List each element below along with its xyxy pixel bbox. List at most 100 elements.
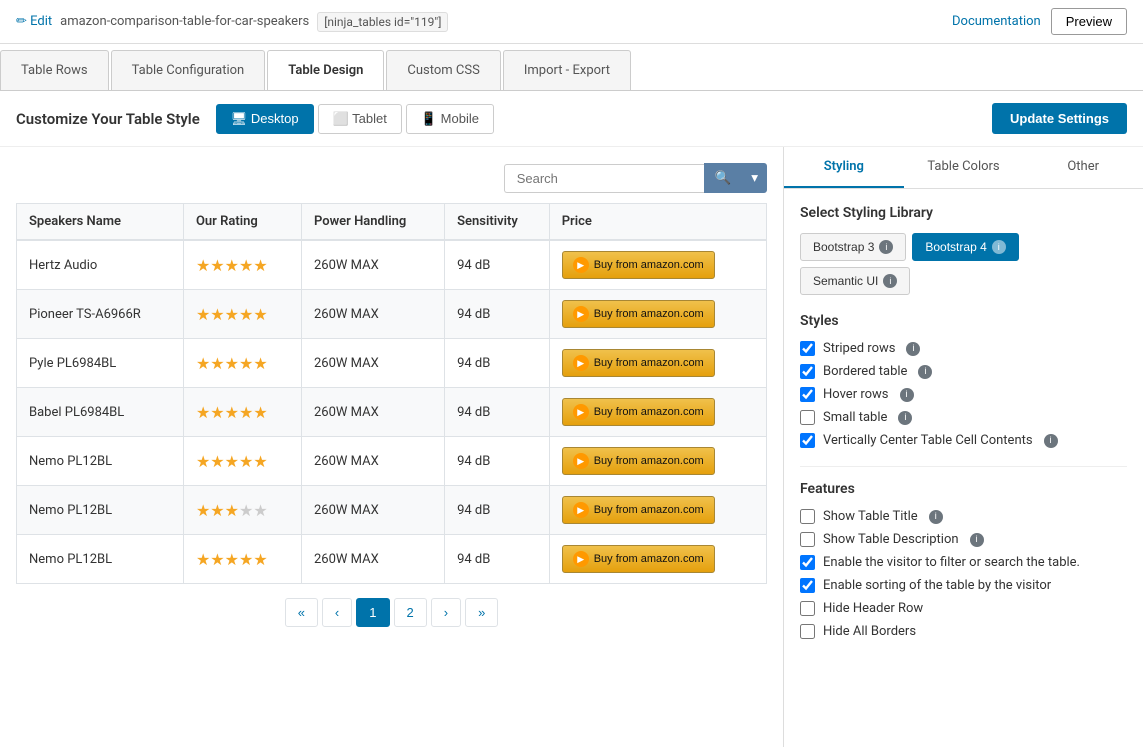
- show-table-title-label: Show Table Title: [823, 509, 918, 524]
- bordered-table-checkbox[interactable]: [800, 364, 815, 379]
- page-last-button[interactable]: »: [465, 598, 498, 627]
- amazon-buy-button[interactable]: ▶ Buy from amazon.com: [562, 545, 715, 573]
- panel-content: Select Styling Library Bootstrap 3 i Boo…: [784, 189, 1143, 673]
- cell-name: Nemo PL12BL: [17, 437, 184, 486]
- edit-button[interactable]: ✏ Edit: [16, 14, 52, 29]
- bordered-table-row: Bordered table i: [800, 364, 1127, 379]
- device-mobile[interactable]: 📱 Mobile: [406, 104, 494, 134]
- shortcode-badge: [ninja_tables id="119"]: [317, 12, 448, 32]
- select-library-title: Select Styling Library: [800, 205, 1127, 221]
- stars-icon: ★★★★★: [196, 256, 268, 275]
- panel-tab-other[interactable]: Other: [1023, 147, 1143, 188]
- page-next-button[interactable]: ›: [431, 598, 461, 627]
- stars-icon: ★★★★★: [196, 403, 268, 422]
- amazon-buy-button[interactable]: ▶ Buy from amazon.com: [562, 349, 715, 377]
- cell-rating: ★★★★★: [183, 437, 301, 486]
- page-first-button[interactable]: «: [285, 598, 318, 627]
- show-table-description-checkbox[interactable]: [800, 532, 815, 547]
- hide-header-row-checkbox[interactable]: [800, 601, 815, 616]
- col-power-handling: Power Handling: [301, 204, 444, 241]
- amazon-buy-button[interactable]: ▶ Buy from amazon.com: [562, 496, 715, 524]
- search-button[interactable]: 🔍: [704, 163, 743, 193]
- striped-rows-info-icon[interactable]: i: [906, 342, 920, 356]
- enable-sorting-row: Enable sorting of the table by the visit…: [800, 578, 1127, 593]
- cell-name: Pioneer TS-A6966R: [17, 290, 184, 339]
- update-settings-button[interactable]: Update Settings: [992, 103, 1127, 134]
- cell-sensitivity: 94 dB: [445, 339, 550, 388]
- small-table-row: Small table i: [800, 410, 1127, 425]
- striped-rows-row: Striped rows i: [800, 341, 1127, 356]
- top-bar-left: ✏ Edit amazon-comparison-table-for-car-s…: [16, 12, 448, 32]
- features-section: Features Show Table Title i Show Table D…: [800, 481, 1127, 639]
- bordered-table-label: Bordered table: [823, 364, 907, 379]
- striped-rows-label: Striped rows: [823, 341, 895, 356]
- table-row: Hertz Audio ★★★★★ 260W MAX 94 dB ▶ Buy f…: [17, 240, 767, 290]
- page-prev-button[interactable]: ‹: [322, 598, 352, 627]
- cell-sensitivity: 94 dB: [445, 437, 550, 486]
- cell-power: 260W MAX: [301, 339, 444, 388]
- show-table-title-row: Show Table Title i: [800, 509, 1127, 524]
- hide-all-borders-checkbox[interactable]: [800, 624, 815, 639]
- device-tablet[interactable]: ⬜ Tablet: [318, 104, 402, 134]
- lib-bootstrap3-button[interactable]: Bootstrap 3 i: [800, 233, 906, 261]
- vertically-center-info-icon[interactable]: i: [1044, 434, 1058, 448]
- search-dropdown-button[interactable]: ▾: [742, 163, 767, 193]
- preview-button[interactable]: Preview: [1051, 8, 1127, 35]
- pagination: « ‹ 1 2 › »: [16, 598, 767, 627]
- documentation-link[interactable]: Documentation: [952, 14, 1041, 29]
- amazon-buy-button[interactable]: ▶ Buy from amazon.com: [562, 447, 715, 475]
- tab-table-configuration[interactable]: Table Configuration: [111, 50, 266, 90]
- cell-power: 260W MAX: [301, 240, 444, 290]
- customize-title: Customize Your Table Style: [16, 110, 200, 128]
- striped-rows-checkbox[interactable]: [800, 341, 815, 356]
- customize-bar: Customize Your Table Style 🖥 Desktop ⬜ T…: [0, 91, 1143, 147]
- styles-section: Styles Striped rows i Bordered table i H…: [800, 313, 1127, 448]
- tab-import-export[interactable]: Import - Export: [503, 50, 631, 90]
- enable-filter-checkbox[interactable]: [800, 555, 815, 570]
- tab-table-rows[interactable]: Table Rows: [0, 50, 109, 90]
- show-table-description-info-icon[interactable]: i: [970, 533, 984, 547]
- panel-tab-styling[interactable]: Styling: [784, 147, 904, 188]
- hover-rows-checkbox[interactable]: [800, 387, 815, 402]
- show-table-title-info-icon[interactable]: i: [929, 510, 943, 524]
- panel-tab-table-colors[interactable]: Table Colors: [904, 147, 1024, 188]
- cell-rating: ★★★★★: [183, 535, 301, 584]
- table-row: Pioneer TS-A6966R ★★★★★ 260W MAX 94 dB ▶…: [17, 290, 767, 339]
- search-input[interactable]: [504, 164, 704, 193]
- enable-sorting-checkbox[interactable]: [800, 578, 815, 593]
- hide-header-row-label: Hide Header Row: [823, 601, 923, 616]
- cell-sensitivity: 94 dB: [445, 486, 550, 535]
- cell-price: ▶ Buy from amazon.com: [549, 486, 766, 535]
- tab-table-design[interactable]: Table Design: [267, 50, 384, 90]
- small-table-checkbox[interactable]: [800, 410, 815, 425]
- tab-custom-css[interactable]: Custom CSS: [386, 50, 500, 90]
- page-slug: amazon-comparison-table-for-car-speakers: [60, 14, 309, 29]
- show-table-title-checkbox[interactable]: [800, 509, 815, 524]
- amazon-buy-button[interactable]: ▶ Buy from amazon.com: [562, 300, 715, 328]
- amazon-icon: ▶: [573, 404, 589, 420]
- vertically-center-checkbox[interactable]: [800, 433, 815, 448]
- vertically-center-row: Vertically Center Table Cell Contents i: [800, 433, 1127, 448]
- device-buttons: 🖥 Desktop ⬜ Tablet 📱 Mobile: [216, 104, 494, 134]
- search-wrapper: 🔍 ▾: [504, 163, 767, 193]
- lib-bootstrap4-button[interactable]: Bootstrap 4 i: [912, 233, 1018, 261]
- page-2-button[interactable]: 2: [394, 598, 427, 627]
- device-desktop[interactable]: 🖥 Desktop: [216, 104, 314, 134]
- small-table-info-icon[interactable]: i: [898, 411, 912, 425]
- amazon-buy-button[interactable]: ▶ Buy from amazon.com: [562, 251, 715, 279]
- hover-rows-info-icon[interactable]: i: [900, 388, 914, 402]
- cell-rating: ★★★★★: [183, 486, 301, 535]
- amazon-buy-button[interactable]: ▶ Buy from amazon.com: [562, 398, 715, 426]
- page-1-button[interactable]: 1: [356, 598, 389, 627]
- amazon-icon: ▶: [573, 551, 589, 567]
- lib-semanticui-button[interactable]: Semantic UI i: [800, 267, 910, 295]
- stars-icon: ★★★★★: [196, 452, 268, 471]
- divider: [800, 466, 1127, 467]
- cell-price: ▶ Buy from amazon.com: [549, 437, 766, 486]
- main-layout: 🔍 ▾ Speakers Name Our Rating Power Handl…: [0, 147, 1143, 747]
- stars-icon: ★★★★★: [196, 501, 268, 520]
- cell-power: 260W MAX: [301, 486, 444, 535]
- semanticui-info-icon: i: [883, 274, 897, 288]
- cell-name: Nemo PL12BL: [17, 535, 184, 584]
- bordered-table-info-icon[interactable]: i: [918, 365, 932, 379]
